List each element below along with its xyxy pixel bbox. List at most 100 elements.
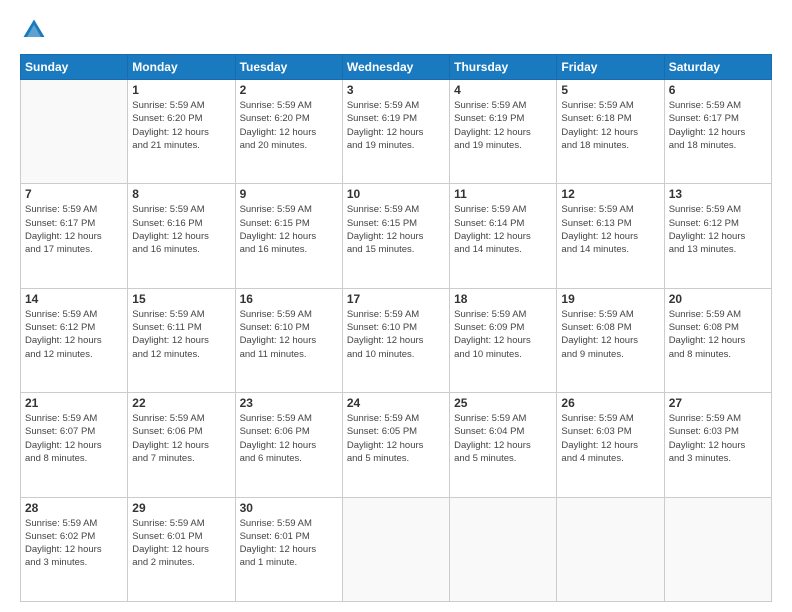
week-row-5: 28 Sunrise: 5:59 AM Sunset: 6:02 PM Dayli…: [21, 497, 772, 601]
day-cell-10: 10Sunrise: 5:59 AM Sunset: 6:15 PM Dayli…: [342, 184, 449, 288]
day-cell-14: 14 Sunrise: 5:59 AM Sunset: 6:12 PM Dayli…: [21, 288, 128, 392]
day-number-28: 28: [25, 501, 123, 515]
day-info-2: Sunrise: 5:59 AM Sunset: 6:20 PM Dayligh…: [240, 99, 338, 152]
day-number-30: 30: [240, 501, 338, 515]
day-number-18: 18: [454, 292, 552, 306]
day-cell-18: 18 Sunrise: 5:59 AM Sunset: 6:09 PM Dayli…: [450, 288, 557, 392]
day-cell-19: 19Sunrise: 5:59 AM Sunset: 6:08 PM Dayli…: [557, 288, 664, 392]
day-cell-5: 5 Sunrise: 5:59 AM Sunset: 6:18 PM Daylig…: [557, 80, 664, 184]
day-cell-28: 28 Sunrise: 5:59 AM Sunset: 6:02 PM Dayli…: [21, 497, 128, 601]
day-info-20: Sunrise: 5:59 AM Sunset: 6:08 PM Dayligh…: [669, 308, 767, 361]
day-number-5: 5: [561, 83, 659, 97]
empty-cell: [342, 497, 449, 601]
header: [20, 16, 772, 44]
day-number-29: 29: [132, 501, 230, 515]
day-number-8: 8: [132, 187, 230, 201]
day-cell-11: 11 Sunrise: 5:59 AM Sunset: 6:14 PM Dayli…: [450, 184, 557, 288]
day-cell-25: 25 Sunrise: 5:59 AM Sunset: 6:04 PM Dayli…: [450, 393, 557, 497]
day-info-6: Sunrise: 5:59 AM Sunset: 6:17 PM Dayligh…: [669, 99, 767, 152]
empty-cell: [664, 497, 771, 601]
day-number-24: 24: [347, 396, 445, 410]
day-number-2: 2: [240, 83, 338, 97]
day-info-19: Sunrise: 5:59 AM Sunset: 6:08 PM Dayligh…: [561, 308, 659, 361]
day-info-26: Sunrise: 5:59 AM Sunset: 6:03 PM Dayligh…: [561, 412, 659, 465]
week-row-4: 21 Sunrise: 5:59 AM Sunset: 6:07 PM Dayli…: [21, 393, 772, 497]
day-cell-6: 6 Sunrise: 5:59 AM Sunset: 6:17 PM Daylig…: [664, 80, 771, 184]
day-number-6: 6: [669, 83, 767, 97]
day-number-25: 25: [454, 396, 552, 410]
day-cell-4: 4 Sunrise: 5:59 AM Sunset: 6:19 PM Daylig…: [450, 80, 557, 184]
day-info-11: Sunrise: 5:59 AM Sunset: 6:14 PM Dayligh…: [454, 203, 552, 256]
day-cell-24: 24 Sunrise: 5:59 AM Sunset: 6:05 PM Dayli…: [342, 393, 449, 497]
day-number-15: 15: [132, 292, 230, 306]
day-info-23: Sunrise: 5:59 AM Sunset: 6:06 PM Dayligh…: [240, 412, 338, 465]
day-number-27: 27: [669, 396, 767, 410]
day-number-4: 4: [454, 83, 552, 97]
calendar-table: SundayMondayTuesdayWednesdayThursdayFrid…: [20, 54, 772, 602]
day-number-10: 10: [347, 187, 445, 201]
day-info-22: Sunrise: 5:59 AM Sunset: 6:06 PM Dayligh…: [132, 412, 230, 465]
day-number-17: 17: [347, 292, 445, 306]
day-cell-17: 17 Sunrise: 5:59 AM Sunset: 6:10 PM Dayli…: [342, 288, 449, 392]
day-cell-2: 2 Sunrise: 5:59 AM Sunset: 6:20 PM Daylig…: [235, 80, 342, 184]
day-cell-12: 12 Sunrise: 5:59 AM Sunset: 6:13 PM Dayli…: [557, 184, 664, 288]
day-info-25: Sunrise: 5:59 AM Sunset: 6:04 PM Dayligh…: [454, 412, 552, 465]
logo-icon: [20, 16, 48, 44]
day-info-5: Sunrise: 5:59 AM Sunset: 6:18 PM Dayligh…: [561, 99, 659, 152]
day-info-7: Sunrise: 5:59 AM Sunset: 6:17 PM Dayligh…: [25, 203, 123, 256]
day-info-27: Sunrise: 5:59 AM Sunset: 6:03 PM Dayligh…: [669, 412, 767, 465]
day-number-23: 23: [240, 396, 338, 410]
day-number-12: 12: [561, 187, 659, 201]
weekday-header-monday: Monday: [128, 55, 235, 80]
weekday-header-friday: Friday: [557, 55, 664, 80]
day-info-21: Sunrise: 5:59 AM Sunset: 6:07 PM Dayligh…: [25, 412, 123, 465]
weekday-header-wednesday: Wednesday: [342, 55, 449, 80]
day-info-3: Sunrise: 5:59 AM Sunset: 6:19 PM Dayligh…: [347, 99, 445, 152]
day-info-24: Sunrise: 5:59 AM Sunset: 6:05 PM Dayligh…: [347, 412, 445, 465]
day-number-20: 20: [669, 292, 767, 306]
empty-cell: [557, 497, 664, 601]
day-cell-1: 1 Sunrise: 5:59 AM Sunset: 6:20 PM Daylig…: [128, 80, 235, 184]
day-number-7: 7: [25, 187, 123, 201]
day-number-13: 13: [669, 187, 767, 201]
day-cell-29: 29 Sunrise: 5:59 AM Sunset: 6:01 PM Dayli…: [128, 497, 235, 601]
day-info-17: Sunrise: 5:59 AM Sunset: 6:10 PM Dayligh…: [347, 308, 445, 361]
day-number-3: 3: [347, 83, 445, 97]
day-number-11: 11: [454, 187, 552, 201]
week-row-1: 1 Sunrise: 5:59 AM Sunset: 6:20 PM Daylig…: [21, 80, 772, 184]
day-number-14: 14: [25, 292, 123, 306]
day-cell-15: 15 Sunrise: 5:59 AM Sunset: 6:11 PM Dayli…: [128, 288, 235, 392]
empty-cell: [450, 497, 557, 601]
day-info-30: Sunrise: 5:59 AM Sunset: 6:01 PM Dayligh…: [240, 517, 338, 570]
day-cell-23: 23 Sunrise: 5:59 AM Sunset: 6:06 PM Dayli…: [235, 393, 342, 497]
day-number-26: 26: [561, 396, 659, 410]
day-info-16: Sunrise: 5:59 AM Sunset: 6:10 PM Dayligh…: [240, 308, 338, 361]
weekday-header-row: SundayMondayTuesdayWednesdayThursdayFrid…: [21, 55, 772, 80]
day-number-22: 22: [132, 396, 230, 410]
day-info-1: Sunrise: 5:59 AM Sunset: 6:20 PM Dayligh…: [132, 99, 230, 152]
day-info-15: Sunrise: 5:59 AM Sunset: 6:11 PM Dayligh…: [132, 308, 230, 361]
day-info-8: Sunrise: 5:59 AM Sunset: 6:16 PM Dayligh…: [132, 203, 230, 256]
weekday-header-sunday: Sunday: [21, 55, 128, 80]
day-cell-13: 13Sunrise: 5:59 AM Sunset: 6:12 PM Dayli…: [664, 184, 771, 288]
day-cell-8: 8 Sunrise: 5:59 AM Sunset: 6:16 PM Daylig…: [128, 184, 235, 288]
day-info-29: Sunrise: 5:59 AM Sunset: 6:01 PM Dayligh…: [132, 517, 230, 570]
day-cell-30: 30 Sunrise: 5:59 AM Sunset: 6:01 PM Dayli…: [235, 497, 342, 601]
weekday-header-saturday: Saturday: [664, 55, 771, 80]
day-cell-7: 7 Sunrise: 5:59 AM Sunset: 6:17 PM Daylig…: [21, 184, 128, 288]
empty-cell: [21, 80, 128, 184]
day-info-9: Sunrise: 5:59 AM Sunset: 6:15 PM Dayligh…: [240, 203, 338, 256]
week-row-3: 14 Sunrise: 5:59 AM Sunset: 6:12 PM Dayli…: [21, 288, 772, 392]
day-number-1: 1: [132, 83, 230, 97]
day-info-4: Sunrise: 5:59 AM Sunset: 6:19 PM Dayligh…: [454, 99, 552, 152]
day-info-14: Sunrise: 5:59 AM Sunset: 6:12 PM Dayligh…: [25, 308, 123, 361]
day-info-28: Sunrise: 5:59 AM Sunset: 6:02 PM Dayligh…: [25, 517, 123, 570]
day-info-18: Sunrise: 5:59 AM Sunset: 6:09 PM Dayligh…: [454, 308, 552, 361]
day-number-16: 16: [240, 292, 338, 306]
day-cell-27: 27 Sunrise: 5:59 AM Sunset: 6:03 PM Dayli…: [664, 393, 771, 497]
weekday-header-tuesday: Tuesday: [235, 55, 342, 80]
day-info-12: Sunrise: 5:59 AM Sunset: 6:13 PM Dayligh…: [561, 203, 659, 256]
day-number-21: 21: [25, 396, 123, 410]
day-cell-9: 9Sunrise: 5:59 AM Sunset: 6:15 PM Daylig…: [235, 184, 342, 288]
weekday-header-thursday: Thursday: [450, 55, 557, 80]
